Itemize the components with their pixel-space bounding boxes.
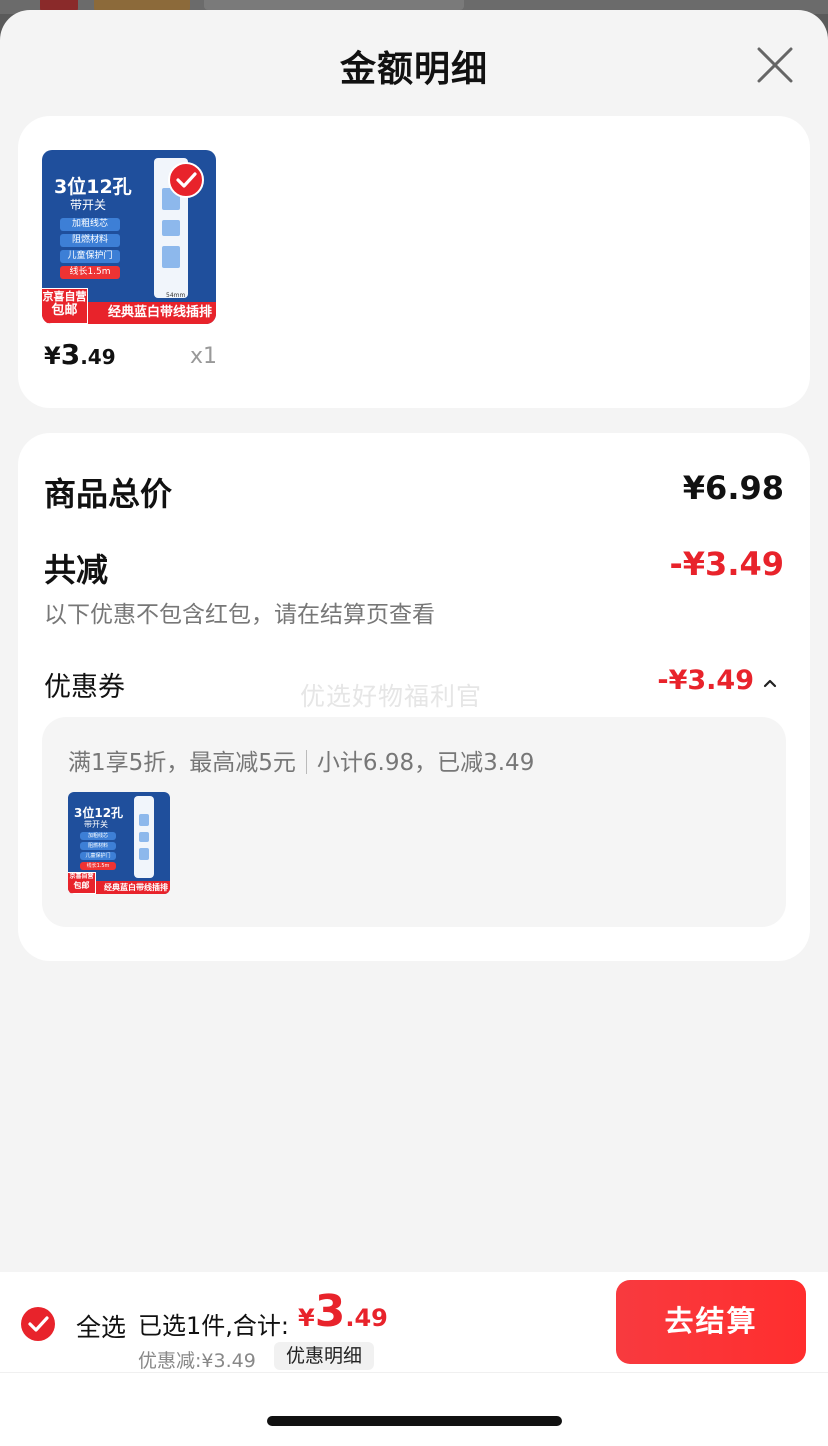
thumb-feature: 儿童保护门 bbox=[60, 250, 120, 263]
selected-count-text: 已选1件,合计: bbox=[138, 1312, 289, 1340]
chevron-up-icon[interactable] bbox=[762, 677, 778, 689]
thumb-size-label: 54mm bbox=[166, 292, 186, 299]
thumb-feature: 加粗线芯 bbox=[60, 218, 120, 231]
power-strip-image bbox=[134, 796, 154, 878]
checkout-button[interactable]: 去结算 bbox=[616, 1280, 806, 1364]
discount-detail-button[interactable]: 优惠明细 bbox=[274, 1342, 375, 1370]
thumb-feature: 儿童保护门 bbox=[80, 852, 116, 860]
discount-note: 以下优惠不包含红包，请在结算页查看 bbox=[44, 602, 435, 628]
thumb-badge-bottom: 包邮 bbox=[51, 302, 78, 318]
thumb-subline: 带开关 bbox=[84, 820, 108, 829]
thumb-subline: 带开关 bbox=[70, 198, 107, 212]
thumb-headline: 3位12孔 bbox=[54, 176, 132, 198]
coupon-subtotal-text: 小计6.98，已减3.49 bbox=[316, 750, 535, 776]
thumb-badge-top: 京喜自营 bbox=[69, 873, 94, 880]
select-all-label[interactable]: 全选 bbox=[76, 1308, 126, 1344]
thumb-feature: 线长1.5m bbox=[60, 266, 120, 279]
coupon-rule: 满1享5折，最高减5元 小计6.98，已减3.49 bbox=[68, 743, 534, 777]
amount-detail-sheet: 金额明细 3位12孔 带开关 加粗线芯 阻燃材料 儿童保护门 线长1.5m 54… bbox=[0, 10, 828, 1446]
bottom-total-price: ¥3.49 bbox=[298, 1286, 388, 1337]
coupon-value[interactable]: -¥3.49 bbox=[657, 665, 754, 696]
total-currency: ¥ bbox=[298, 1304, 315, 1332]
thumb-feature: 加粗线芯 bbox=[80, 832, 116, 840]
thumb-badge: 京喜自营 包邮 bbox=[42, 288, 88, 324]
select-all-check-icon[interactable] bbox=[20, 1306, 56, 1342]
total-price-label: 商品总价 bbox=[44, 475, 173, 513]
total-decimal: .49 bbox=[345, 1304, 388, 1332]
total-reduce-value: -¥3.49 bbox=[669, 545, 785, 583]
sheet-header: 金额明细 bbox=[0, 10, 828, 116]
discount-amount-text: 优惠减:¥3.49 bbox=[138, 1350, 256, 1372]
thumb-badge-top: 京喜自营 bbox=[42, 290, 87, 303]
background-store-title bbox=[204, 0, 464, 10]
thumb-badge: 京喜自营 包邮 bbox=[68, 872, 96, 894]
home-indicator[interactable] bbox=[267, 1416, 562, 1426]
divider bbox=[0, 1372, 828, 1373]
total-reduce-label: 共减 bbox=[44, 551, 109, 589]
coupon-label[interactable]: 优惠券 bbox=[44, 665, 125, 704]
coupon-product-thumbnail[interactable]: 3位12孔 带开关 加粗线芯 阻燃材料 儿童保护门 线长1.5m 经典蓝白带线插… bbox=[68, 792, 170, 894]
close-icon[interactable] bbox=[756, 46, 794, 84]
product-price: ¥3.49 bbox=[44, 338, 116, 371]
thumb-badge-bottom: 包邮 bbox=[73, 880, 90, 890]
price-decimal: .49 bbox=[80, 345, 116, 369]
divider bbox=[305, 750, 307, 774]
thumb-feature: 线长1.5m bbox=[80, 862, 116, 870]
checkout-bar: 全选 已选1件,合计: ¥3.49 优惠减:¥3.49 优惠明细 去结算 bbox=[0, 1272, 828, 1446]
selected-check-icon[interactable] bbox=[168, 162, 204, 198]
product-quantity: x1 bbox=[190, 344, 218, 369]
product-card: 3位12孔 带开关 加粗线芯 阻燃材料 儿童保护门 线长1.5m 54mm 经典… bbox=[18, 116, 810, 408]
price-currency: ¥ bbox=[44, 342, 61, 370]
thumb-feature: 阻燃材料 bbox=[80, 842, 116, 850]
coupon-rule-text: 满1享5折，最高减5元 bbox=[68, 750, 296, 776]
price-integer: 3 bbox=[60, 338, 81, 371]
total-integer: 3 bbox=[314, 1286, 346, 1337]
watermark-text: 优选好物福利官 bbox=[300, 682, 483, 711]
total-price-value: ¥6.98 bbox=[682, 469, 784, 507]
sheet-title: 金额明细 bbox=[339, 49, 488, 90]
thumb-feature: 阻燃材料 bbox=[60, 234, 120, 247]
